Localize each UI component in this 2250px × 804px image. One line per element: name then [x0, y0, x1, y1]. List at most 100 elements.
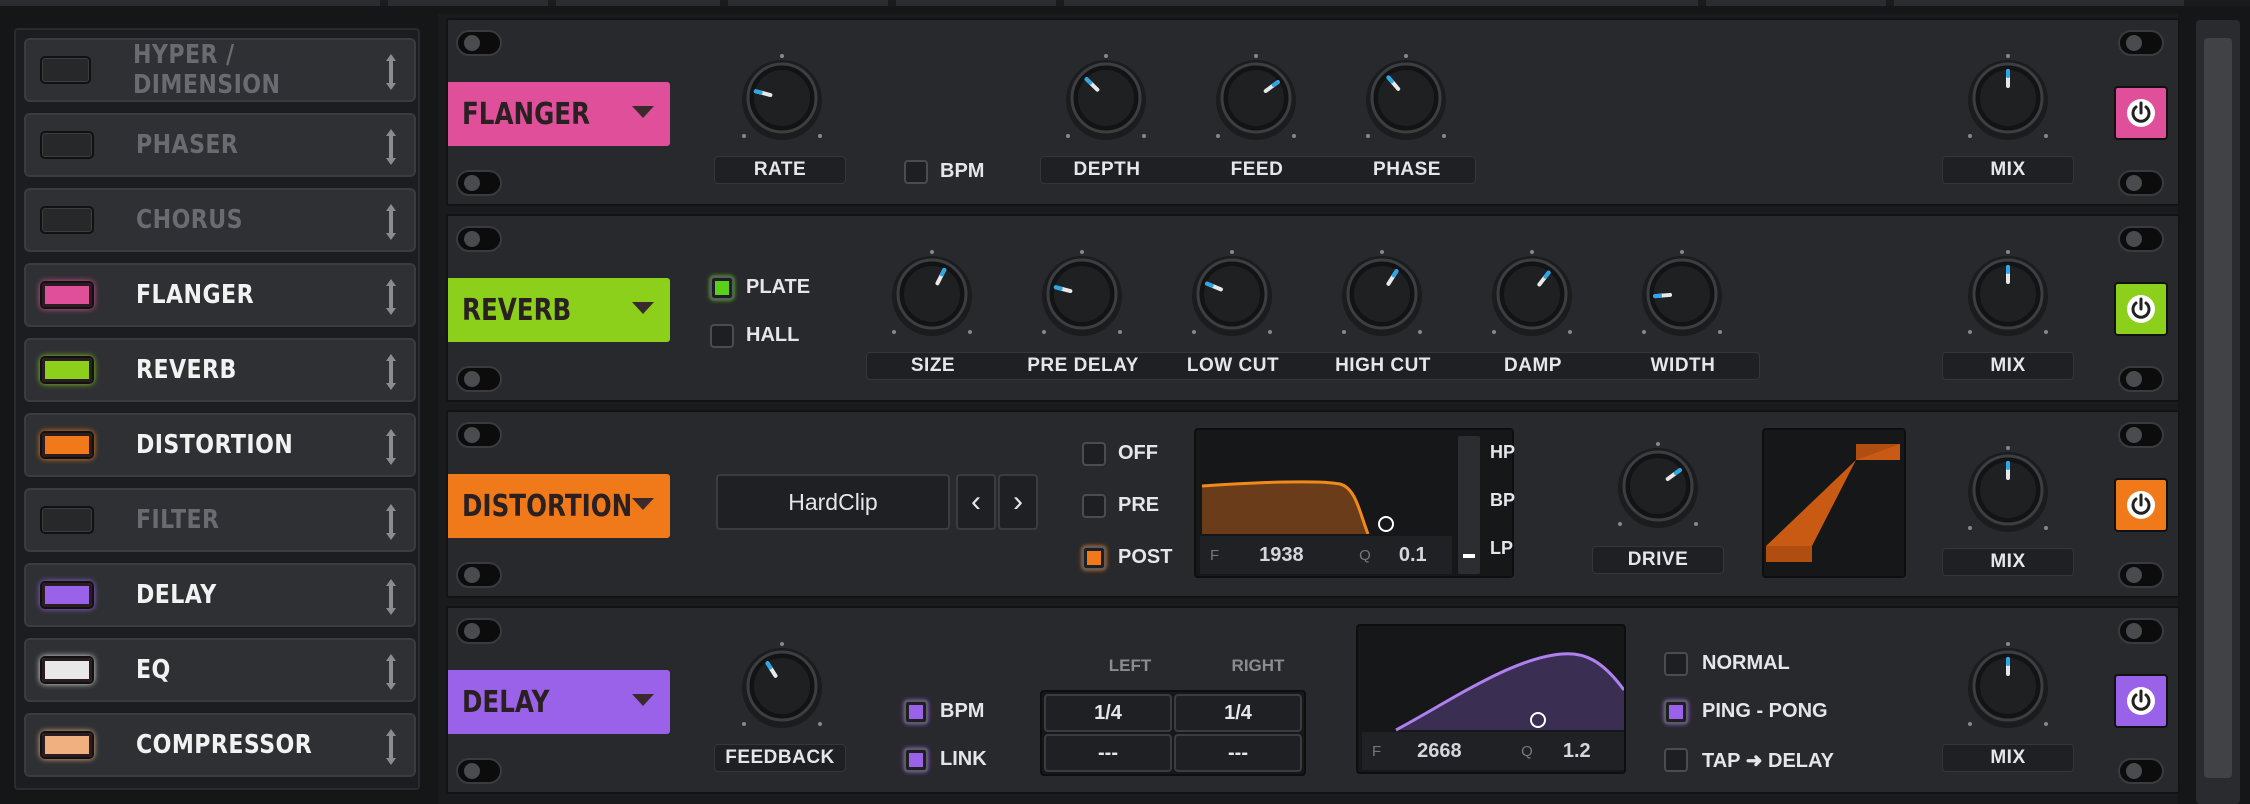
right-time[interactable]: 1/4 [1174, 694, 1302, 732]
drive-knob[interactable] [1614, 442, 1702, 530]
dropdown-arrow-icon[interactable] [632, 694, 654, 706]
distortion-filter-display[interactable]: F 1938 Q 0.1 HP BP LP [1194, 428, 1515, 578]
low-cut-knob[interactable] [1188, 250, 1276, 338]
filter-curve[interactable] [1200, 434, 1452, 534]
dropdown-arrow-icon[interactable] [632, 106, 654, 118]
bp-mode-label[interactable]: BP [1490, 490, 1515, 511]
lp-mode-label[interactable]: LP [1490, 538, 1513, 559]
sidebar-item-delay[interactable]: DELAY [24, 563, 416, 627]
distortion-type-selector[interactable]: HardClip [716, 474, 950, 530]
reorder-arrows-icon[interactable] [384, 127, 398, 167]
top-tab-6[interactable] [1064, 0, 1698, 6]
sidebar-item-flanger[interactable]: FLANGER [24, 263, 416, 327]
pre-delay-knob[interactable] [1038, 250, 1126, 338]
frequency-value[interactable]: 2668 [1417, 740, 1501, 763]
sidebar-item-hyper-dimension[interactable]: HYPER / DIMENSION [24, 38, 416, 102]
depth-knob[interactable] [1062, 54, 1150, 142]
mix-knob[interactable] [1964, 642, 2052, 730]
plate-checkbox[interactable] [710, 276, 734, 300]
sidebar-item-eq[interactable]: EQ [24, 638, 416, 702]
mix-knob[interactable] [1964, 446, 2052, 534]
dropdown-arrow-icon[interactable] [632, 302, 654, 314]
pre-checkbox[interactable] [1082, 494, 1106, 518]
mix-knob[interactable] [1964, 250, 2052, 338]
q-prefix: Q [1521, 742, 1533, 760]
next-type-button[interactable]: › [998, 474, 1038, 530]
delay-filter-display[interactable]: F 2668 Q 1.2 [1356, 624, 1626, 774]
top-tab-7[interactable] [1706, 0, 1886, 6]
link-checkbox[interactable] [904, 748, 928, 772]
distortion-title-tab[interactable]: DISTORTION [448, 474, 670, 538]
reorder-arrows-icon[interactable] [384, 727, 398, 767]
top-tab-8[interactable] [1894, 0, 2184, 6]
bpm-checkbox[interactable] [904, 160, 928, 184]
effect-toggle-led[interactable] [40, 356, 94, 384]
effect-toggle-led[interactable] [40, 281, 94, 309]
reorder-arrows-icon[interactable] [384, 202, 398, 242]
effect-toggle-led[interactable] [40, 581, 94, 609]
hall-checkbox[interactable] [710, 324, 734, 348]
mix-knob[interactable] [1964, 54, 2052, 142]
power-button[interactable] [2114, 282, 2168, 336]
top-tab-2[interactable] [388, 0, 548, 6]
sidebar-item-compressor[interactable]: COMPRESSOR [24, 713, 416, 777]
sidebar-item-reverb[interactable]: REVERB [24, 338, 416, 402]
effect-toggle-led[interactable] [40, 506, 94, 534]
top-tab-4[interactable] [728, 0, 888, 6]
top-tab-1[interactable] [0, 0, 380, 6]
high-cut-label: HIGH CUT [1335, 355, 1431, 376]
flanger-title-tab[interactable]: FLANGER [448, 82, 670, 146]
filter-curve[interactable] [1362, 630, 1624, 732]
sidebar-item-phaser[interactable]: PHASER [24, 113, 416, 177]
scrollbar-thumb[interactable] [2204, 38, 2232, 778]
power-button[interactable] [2114, 674, 2168, 728]
effect-toggle-led[interactable] [40, 131, 94, 159]
effect-toggle-led[interactable] [40, 56, 91, 84]
dropdown-arrow-icon[interactable] [632, 498, 654, 510]
effect-toggle-led[interactable] [40, 656, 94, 684]
filter-mode-slider[interactable] [1458, 436, 1480, 574]
phase-knob[interactable] [1362, 54, 1450, 142]
off-checkbox[interactable] [1082, 442, 1106, 466]
hp-mode-label[interactable]: HP [1490, 442, 1515, 463]
previous-type-button[interactable]: ‹ [956, 474, 996, 530]
top-tab-5[interactable] [896, 0, 1056, 6]
normal-checkbox[interactable] [1664, 652, 1688, 676]
delay-title-tab[interactable]: DELAY [448, 670, 670, 734]
width-knob[interactable] [1638, 250, 1726, 338]
tap-delay-checkbox[interactable] [1664, 748, 1688, 772]
q-value[interactable]: 0.1 [1399, 544, 1427, 567]
q-value[interactable]: 1.2 [1563, 740, 1591, 763]
bpm-checkbox[interactable] [904, 700, 928, 724]
reorder-arrows-icon[interactable] [384, 52, 398, 92]
rate-knob[interactable] [738, 54, 826, 142]
reverb-title-tab[interactable]: REVERB [448, 278, 670, 342]
sidebar-item-chorus[interactable]: CHORUS [24, 188, 416, 252]
reorder-arrows-icon[interactable] [384, 427, 398, 467]
feedback-knob[interactable] [738, 642, 826, 730]
high-cut-knob[interactable] [1338, 250, 1426, 338]
left-time[interactable]: 1/4 [1044, 694, 1172, 732]
effect-toggle-led[interactable] [40, 731, 94, 759]
sidebar-item-distortion[interactable]: DISTORTION [24, 413, 416, 477]
power-button[interactable] [2114, 86, 2168, 140]
sidebar-item-filter[interactable]: FILTER [24, 488, 416, 552]
top-tab-3[interactable] [556, 0, 720, 6]
effect-toggle-led[interactable] [40, 206, 94, 234]
reorder-arrows-icon[interactable] [384, 652, 398, 692]
reorder-arrows-icon[interactable] [384, 277, 398, 317]
ping-pong-checkbox[interactable] [1664, 700, 1688, 724]
power-button[interactable] [2114, 478, 2168, 532]
damp-knob[interactable] [1488, 250, 1576, 338]
left-sub[interactable]: --- [1044, 734, 1172, 772]
size-knob[interactable] [888, 250, 976, 338]
reorder-arrows-icon[interactable] [384, 502, 398, 542]
slider-handle[interactable] [1463, 554, 1475, 558]
feed-knob[interactable] [1212, 54, 1300, 142]
frequency-value[interactable]: 1938 [1259, 544, 1339, 567]
post-checkbox[interactable] [1082, 546, 1106, 570]
reorder-arrows-icon[interactable] [384, 577, 398, 617]
reorder-arrows-icon[interactable] [384, 352, 398, 392]
right-sub[interactable]: --- [1174, 734, 1302, 772]
effect-toggle-led[interactable] [40, 431, 94, 459]
